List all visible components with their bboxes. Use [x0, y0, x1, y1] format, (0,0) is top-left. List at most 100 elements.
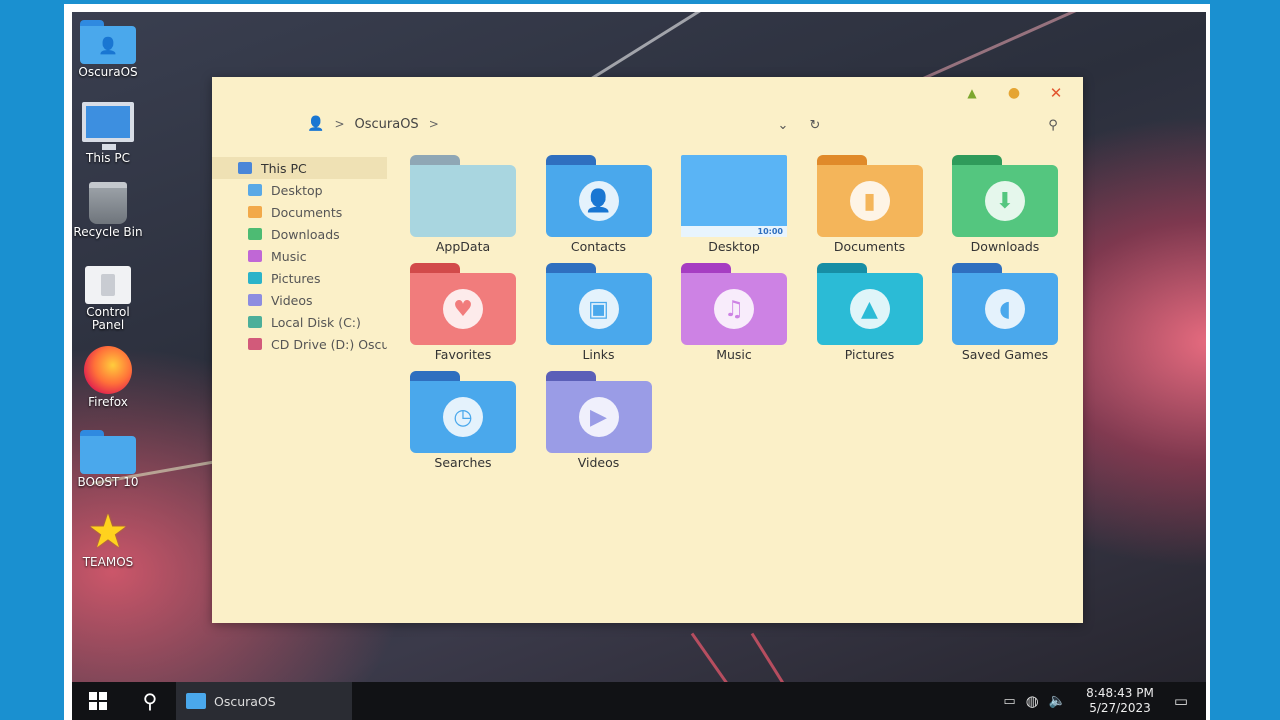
folder-label: Links: [582, 347, 615, 362]
screen-frame: 👤 OscuraOS This PC Recycle Bin Control P…: [64, 4, 1210, 720]
desktop-icon-label: Recycle Bin: [73, 225, 143, 239]
desktop-icon-label: BOOST 10: [77, 475, 139, 489]
folder-searches[interactable]: ◷ Searches: [408, 371, 518, 475]
nav-item-label: Downloads: [271, 226, 340, 242]
folder-icon: ▮: [816, 155, 923, 237]
folder-links[interactable]: ▣ Links: [544, 263, 654, 367]
chevron-down-icon[interactable]: ⌄: [775, 117, 791, 133]
search-icon: ⚲: [142, 689, 158, 713]
folder-icon: [248, 184, 262, 196]
nav-item-cd-drive-d-oscuraos[interactable]: CD Drive (D:) OscuraOS: [212, 333, 387, 355]
folder-videos[interactable]: ▶ Videos: [544, 371, 654, 475]
pictures-glyph-icon: ▲: [849, 289, 890, 329]
folder-appdata[interactable]: AppData: [408, 155, 518, 259]
breadcrumb[interactable]: 👤 > OscuraOS >: [307, 113, 439, 135]
search-icon[interactable]: ⚲: [1045, 117, 1061, 133]
nav-item-label: CD Drive (D:) OscuraOS: [271, 336, 387, 352]
desktop-icon-label: Firefox: [88, 395, 128, 409]
folder-icon: [248, 338, 262, 350]
folder-desktop[interactable]: 10:00 Desktop: [679, 155, 789, 259]
monitor-icon: [238, 162, 252, 174]
folder-contacts[interactable]: 👤 Contacts: [544, 155, 654, 259]
clock-time: 8:48:43 PM: [1086, 686, 1154, 700]
saved-games-glyph-icon: ◖: [985, 289, 1025, 329]
desktop-icon-boost10[interactable]: BOOST 10: [72, 430, 144, 489]
nav-item-label: Documents: [271, 204, 343, 220]
minimize-button[interactable]: ▲: [962, 83, 982, 103]
nav-item-music[interactable]: Music: [212, 245, 387, 267]
folder-icon: [248, 250, 262, 262]
folder-icon: ♥: [410, 263, 516, 345]
desktop-icon-firefox[interactable]: Firefox: [72, 346, 144, 409]
nav-item-label: Music: [271, 248, 307, 264]
maximize-button[interactable]: ●: [1004, 83, 1024, 103]
folder-pictures[interactable]: ▲ Pictures: [815, 263, 925, 367]
folder-label: Contacts: [570, 239, 627, 254]
taskbar-app-oscuraos[interactable]: OscuraOS: [176, 682, 352, 720]
nav-item-pictures[interactable]: Pictures: [212, 267, 387, 289]
start-button[interactable]: [72, 682, 124, 720]
folder-icon: [186, 693, 206, 709]
folder-label: AppData: [435, 239, 491, 254]
folder-music[interactable]: ♫ Music: [679, 263, 789, 367]
close-button[interactable]: ✕: [1046, 83, 1066, 103]
folder-label: Favorites: [434, 347, 492, 362]
folder-label: Documents: [833, 239, 906, 254]
nav-item-videos[interactable]: Videos: [212, 289, 387, 311]
refresh-icon[interactable]: ↻: [807, 117, 823, 133]
folder-downloads[interactable]: ⬇ Downloads: [950, 155, 1060, 259]
nav-item-label: Videos: [271, 292, 313, 308]
folder-label: Desktop: [708, 239, 760, 254]
search-button[interactable]: ⚲: [124, 682, 176, 720]
searches-glyph-icon: ◷: [443, 397, 483, 437]
nav-item-label: This PC: [261, 160, 307, 176]
folder-icon: [248, 316, 262, 328]
folder-icon: ◖: [952, 263, 1058, 345]
folder-icon: ◷: [410, 371, 516, 453]
folder-favorites[interactable]: ♥ Favorites: [408, 263, 518, 367]
folder-documents[interactable]: ▮ Documents: [815, 155, 925, 259]
wallpaper-streak: [750, 632, 796, 682]
battery-icon[interactable]: ▭: [1003, 694, 1015, 709]
folder-label: Searches: [434, 455, 492, 470]
folder-icon: [248, 228, 262, 240]
clock[interactable]: 8:48:43 PM 5/27/2023: [1086, 686, 1154, 716]
control-panel-icon: [85, 266, 131, 304]
folder-label: Videos: [577, 455, 620, 470]
desktop-icon-control-panel[interactable]: Control Panel: [72, 266, 144, 332]
firefox-icon: [84, 346, 132, 394]
folder-icon: [410, 155, 516, 237]
nav-item-local-disk-c[interactable]: Local Disk (C:): [212, 311, 387, 333]
nav-item-desktop[interactable]: Desktop: [212, 179, 387, 201]
desktop-icon-teamos[interactable]: ★ TEAMOS: [72, 508, 144, 569]
folder-icon: 👤: [545, 155, 652, 237]
breadcrumb-separator: >: [428, 117, 439, 131]
clock-date: 5/27/2023: [1089, 701, 1151, 715]
recycle-bin-icon: [89, 182, 127, 224]
folder-icon: [80, 430, 136, 474]
folder-saved-games[interactable]: ◖ Saved Games: [950, 263, 1060, 367]
folder-icon: [248, 294, 262, 306]
nav-item-documents[interactable]: Documents: [212, 201, 387, 223]
volume-icon[interactable]: 🔈: [1049, 693, 1066, 709]
taskbar-app-label: OscuraOS: [214, 693, 276, 709]
breadcrumb-item-oscuraos[interactable]: OscuraOS: [355, 117, 419, 132]
desktop-icon-oscuraos[interactable]: 👤 OscuraOS: [72, 20, 144, 79]
folder-icon: ▶: [545, 371, 652, 453]
folder-icon: ⬇: [952, 155, 1058, 237]
wallpaper-streak: [690, 632, 740, 682]
breadcrumb-separator: >: [334, 117, 345, 131]
network-icon[interactable]: ◍: [1026, 692, 1039, 710]
navigation-pane: This PC Desktop Documents Downloads Music Pic…: [212, 157, 387, 355]
nav-item-downloads[interactable]: Downloads: [212, 223, 387, 245]
folder-label: Downloads: [970, 239, 1040, 254]
desktop-icon-this-pc[interactable]: This PC: [72, 102, 144, 165]
windows-icon: [89, 692, 107, 710]
notification-icon[interactable]: ▭: [1174, 692, 1188, 710]
nav-item-this-pc[interactable]: This PC: [212, 157, 387, 179]
folder-icon: [248, 206, 262, 218]
folder-icon: ♫: [681, 263, 787, 345]
desktop-icon-recycle-bin[interactable]: Recycle Bin: [72, 182, 144, 239]
nav-item-label: Pictures: [271, 270, 321, 286]
documents-glyph-icon: ▮: [849, 181, 890, 221]
